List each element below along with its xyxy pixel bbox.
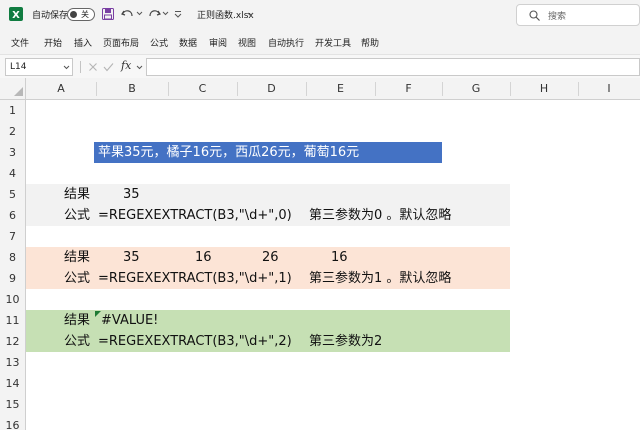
customize-qat-icon[interactable]: [174, 10, 182, 18]
enter-icon[interactable]: [103, 62, 114, 72]
cell-e12[interactable]: 第三参数为2: [309, 331, 382, 352]
search-placeholder: 搜索: [548, 12, 567, 22]
column-header-b[interactable]: B: [96, 78, 168, 100]
chevron-down-icon[interactable]: [136, 65, 143, 70]
cell-b12[interactable]: =REGEXEXTRACT(B3,"\d+",2): [98, 331, 292, 352]
autosave-toggle[interactable]: 关: [67, 8, 95, 21]
tab-home[interactable]: 开始: [44, 36, 62, 49]
cell-b3: 苹果35元，橘子16元，西瓜26元，葡萄16元: [98, 145, 360, 160]
cell-b6[interactable]: =REGEXEXTRACT(B3,"\d+",0): [98, 205, 292, 226]
insert-function-button[interactable]: fx: [121, 59, 131, 72]
cell-b8[interactable]: 35: [123, 247, 140, 268]
tab-data[interactable]: 数据: [179, 36, 197, 49]
cell-a12[interactable]: 公式: [64, 331, 90, 352]
column-header-i[interactable]: I: [578, 78, 640, 100]
row-header-16[interactable]: 16: [0, 415, 25, 436]
row-header-10[interactable]: 10: [0, 289, 25, 310]
row-header-12[interactable]: 12: [0, 331, 25, 352]
formula-divider: [80, 61, 81, 73]
cell-a9[interactable]: 公式: [64, 268, 90, 289]
excel-logo-icon: X: [9, 7, 23, 21]
toggle-knob: [70, 11, 77, 18]
tab-formulas[interactable]: 公式: [150, 36, 168, 49]
chevron-down-icon[interactable]: [136, 11, 143, 16]
cancel-icon[interactable]: [88, 62, 98, 72]
column-header-d[interactable]: D: [237, 78, 306, 100]
cell-b9[interactable]: =REGEXEXTRACT(B3,"\d+",1): [98, 268, 292, 289]
cell-d8[interactable]: 26: [262, 247, 279, 268]
column-header-a[interactable]: A: [26, 78, 96, 100]
redo-icon[interactable]: [147, 8, 161, 20]
save-icon[interactable]: [102, 8, 114, 20]
undo-icon[interactable]: [121, 8, 135, 20]
tab-developer[interactable]: 开发工具: [315, 36, 351, 49]
row-header-1[interactable]: 1: [0, 100, 25, 121]
select-all-triangle-icon: [14, 87, 23, 96]
ribbon-tabs: 文件 开始 插入 页面布局 公式 数据 审阅 视图 自动执行 开发工具 帮助: [0, 30, 640, 54]
column-header-c[interactable]: C: [168, 78, 237, 100]
row-header-2[interactable]: 2: [0, 121, 25, 142]
row-header-14[interactable]: 14: [0, 373, 25, 394]
cell-a6[interactable]: 公式: [64, 205, 90, 226]
row-header-3[interactable]: 3: [0, 142, 25, 163]
tab-file[interactable]: 文件: [11, 36, 29, 49]
cell-e8[interactable]: 16: [331, 247, 348, 268]
chevron-down-icon[interactable]: [63, 65, 70, 70]
tab-help[interactable]: 帮助: [361, 36, 379, 49]
cell-a8[interactable]: 结果: [64, 247, 90, 268]
file-name[interactable]: 正则函数.xlsx: [197, 8, 254, 21]
formula-bar: L14 fx: [0, 54, 640, 79]
tab-insert[interactable]: 插入: [74, 36, 92, 49]
chevron-down-icon[interactable]: [162, 11, 169, 16]
chevron-down-icon[interactable]: [247, 12, 254, 17]
search-box[interactable]: 搜索: [516, 4, 640, 26]
select-all-button[interactable]: [0, 78, 26, 99]
tab-page-layout[interactable]: 页面布局: [103, 36, 139, 49]
formula-input[interactable]: [146, 58, 640, 76]
cell-a11[interactable]: 结果: [64, 310, 90, 331]
row-header-11[interactable]: 11: [0, 310, 25, 331]
cell-b11[interactable]: #VALUE!: [101, 310, 158, 331]
column-header-g[interactable]: G: [442, 78, 510, 100]
cell-b5[interactable]: 35: [123, 184, 140, 205]
cell-e9[interactable]: 第三参数为1 。默认忽略: [309, 268, 451, 289]
row-header-13[interactable]: 13: [0, 352, 25, 373]
row-header-7[interactable]: 7: [0, 226, 25, 247]
row-header-8[interactable]: 8: [0, 247, 25, 268]
row-headers: 1 2 3 4 5 6 7 8 9 10 11 12 13 14 15 16: [0, 100, 26, 432]
title-bar: X 自动保存 关 正则函数.xlsx 搜索: [0, 0, 640, 30]
autosave-label: 自动保存: [32, 11, 69, 21]
cell-a5[interactable]: 结果: [64, 184, 90, 205]
name-box-value: L14: [10, 62, 27, 72]
name-box[interactable]: L14: [5, 58, 73, 76]
cell-c8[interactable]: 16: [195, 247, 212, 268]
tab-view[interactable]: 视图: [238, 36, 256, 49]
column-header-e[interactable]: E: [306, 78, 375, 100]
row-header-4[interactable]: 4: [0, 163, 25, 184]
cell-e6[interactable]: 第三参数为0 。默认忽略: [309, 205, 451, 226]
column-header-h[interactable]: H: [510, 78, 578, 100]
toggle-state: 关: [81, 10, 89, 19]
column-headers: A B C D E F G H I: [0, 78, 640, 100]
row-header-9[interactable]: 9: [0, 268, 25, 289]
row-header-5[interactable]: 5: [0, 184, 25, 205]
row-header-15[interactable]: 15: [0, 394, 25, 415]
row-header-6[interactable]: 6: [0, 205, 25, 226]
tab-automate[interactable]: 自动执行: [268, 36, 304, 49]
column-header-f[interactable]: F: [375, 78, 442, 100]
cell-b3-highlight[interactable]: 苹果35元，橘子16元，西瓜26元，葡萄16元: [94, 142, 442, 163]
tab-review[interactable]: 审阅: [209, 36, 227, 49]
svg-text:X: X: [12, 10, 20, 21]
search-icon: [529, 10, 540, 21]
